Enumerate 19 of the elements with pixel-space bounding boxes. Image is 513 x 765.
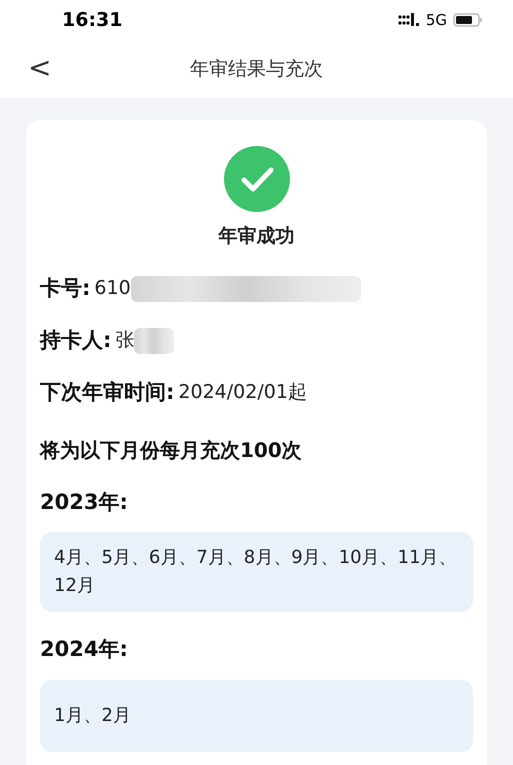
field-value: 610	[94, 276, 131, 302]
year-label: 2023年:	[40, 488, 129, 516]
page-title: 年审结果与充次	[190, 56, 323, 82]
field-value: 张	[115, 328, 134, 354]
field-label: 卡号:	[40, 274, 90, 302]
result-title: 年审成功	[218, 224, 294, 249]
month-list: 1月、2月	[40, 680, 473, 752]
field-label: 持卡人:	[40, 326, 112, 354]
month-list: 4月、5月、6月、7月、8月、9月、10月、11月、12月	[40, 532, 473, 612]
field-value: 2024/02/01起	[178, 380, 307, 406]
network-label: 5G	[426, 10, 447, 31]
signal-icon	[398, 13, 420, 27]
recharge-summary: 将为以下月份每月充次100次	[40, 436, 303, 464]
success-check-icon	[224, 146, 290, 212]
battery-icon	[453, 13, 483, 27]
field-label: 下次年审时间:	[40, 378, 174, 406]
status-time: 16:31	[62, 8, 122, 33]
back-button[interactable]: <	[24, 54, 56, 82]
year-label: 2024年:	[40, 636, 129, 663]
